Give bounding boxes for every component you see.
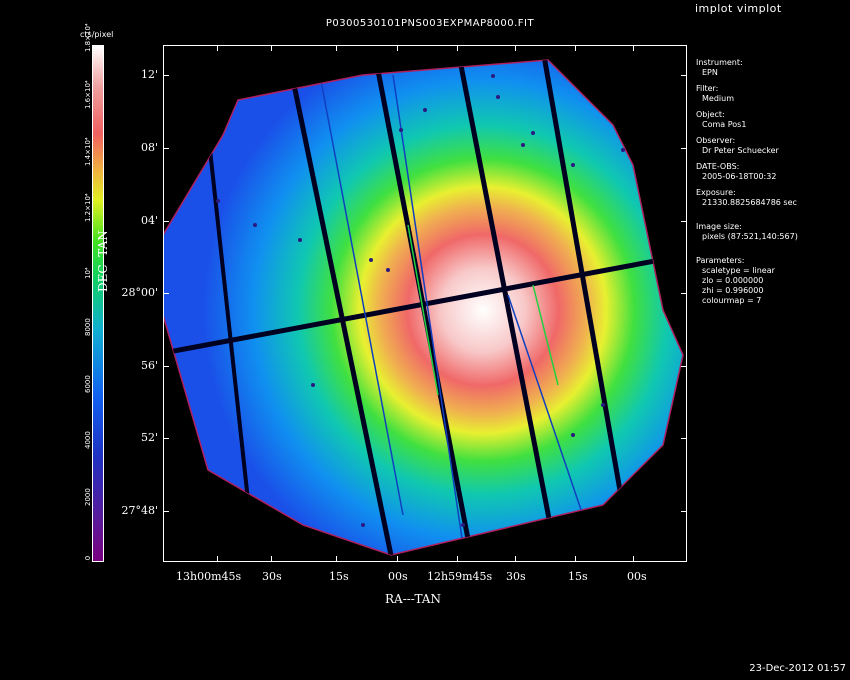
info-panel: Instrument: EPN Filter: Medium Object: C… <box>696 58 846 312</box>
plot-frame <box>163 45 687 562</box>
date-label: DATE-OBS: <box>696 162 740 171</box>
axis-tick <box>163 148 169 149</box>
colorbar-tick-label: 1.4×10⁴ <box>84 136 92 166</box>
x-tick-label: 15s <box>568 570 588 583</box>
y-axis-title: DEC--TAN <box>96 230 110 292</box>
object-block: Object: Coma Pos1 <box>696 110 846 130</box>
instrument-value: EPN <box>702 68 718 77</box>
exposure-block: Exposure: 21330.8825684786 sec <box>696 188 846 208</box>
colorbar-tick-label: 1.2×10⁴ <box>84 193 92 223</box>
exposure-label: Exposure: <box>696 188 736 197</box>
y-tick-label: 28°00' <box>121 286 158 299</box>
parameters-block: Parameters: scaletype = linear zlo = 0.0… <box>696 256 846 306</box>
colorbar-tick-label: 1.6×10⁴ <box>84 80 92 109</box>
axis-tick <box>163 438 169 439</box>
axis-tick <box>336 45 337 51</box>
x-tick-label: 13h00m45s <box>176 570 242 583</box>
instrument-label: Instrument: <box>696 58 743 67</box>
exposure-value: 21330.8825684786 sec <box>702 198 797 207</box>
axis-tick <box>457 556 458 562</box>
zlo-value: zlo = 0.000000 <box>702 276 764 285</box>
axis-tick <box>515 45 516 51</box>
colorbar-tick-label: 4000 <box>84 431 92 450</box>
x-tick-label: 30s <box>506 570 526 583</box>
colorbar-tick-label: 2000 <box>84 488 92 507</box>
x-tick-label: 30s <box>262 570 282 583</box>
app-title: implot vimplot <box>695 2 782 15</box>
axis-tick <box>271 45 272 51</box>
axis-tick <box>681 293 687 294</box>
y-tick-label: 04' <box>140 214 158 227</box>
axis-tick <box>681 75 687 76</box>
y-tick-label: 27°48' <box>121 504 158 517</box>
instrument-block: Instrument: EPN <box>696 58 846 78</box>
parameters-label: Parameters: <box>696 256 745 265</box>
axis-tick <box>271 556 272 562</box>
x-tick-label: 00s <box>627 570 647 583</box>
colorbar <box>92 45 104 562</box>
axis-tick <box>397 45 398 51</box>
observer-label: Observer: <box>696 136 736 145</box>
axis-tick <box>681 511 687 512</box>
axis-tick <box>163 221 169 222</box>
axis-tick <box>163 366 169 367</box>
axis-tick <box>217 556 218 562</box>
y-tick-label: 08' <box>140 141 158 154</box>
axis-tick <box>515 556 516 562</box>
colorbar-tick-label: 6000 <box>84 374 92 393</box>
colorbar-tick-label: 1.8×10⁴ <box>84 23 92 52</box>
x-tick-label: 15s <box>329 570 349 583</box>
axis-tick <box>575 45 576 51</box>
image-size-label: Image size: <box>696 222 742 231</box>
filter-label: Filter: <box>696 84 719 93</box>
timestamp: 23-Dec-2012 01:57 <box>749 663 846 674</box>
axis-tick <box>163 75 169 76</box>
filter-block: Filter: Medium <box>696 84 846 104</box>
filter-value: Medium <box>702 94 734 103</box>
axis-tick <box>397 556 398 562</box>
axis-tick <box>681 366 687 367</box>
axis-tick <box>633 556 634 562</box>
y-tick-label: 56' <box>140 359 158 372</box>
colorbar-tick-label: 8000 <box>84 318 92 336</box>
object-label: Object: <box>696 110 725 119</box>
y-tick-label: 52' <box>140 431 158 444</box>
colorbar-tick-label: 10⁴ <box>84 267 92 280</box>
axis-tick <box>336 556 337 562</box>
axis-tick <box>217 45 218 51</box>
object-value: Coma Pos1 <box>702 120 747 129</box>
image-size-value: pixels (87:521,140:567) <box>702 232 798 241</box>
axis-tick <box>633 45 634 51</box>
x-tick-label: 00s <box>388 570 408 583</box>
colourmap-value: colourmap = 7 <box>702 296 762 305</box>
plot-title: P0300530101PNS003EXPMAP8000.FIT <box>325 18 535 29</box>
axis-tick <box>457 45 458 51</box>
date-value: 2005-06-18T00:32 <box>702 172 777 181</box>
axis-tick <box>681 438 687 439</box>
scaletype-value: scaletype = linear <box>702 266 775 275</box>
date-block: DATE-OBS: 2005-06-18T00:32 <box>696 162 846 182</box>
axis-tick <box>163 293 169 294</box>
axis-tick <box>681 148 687 149</box>
zhi-value: zhi = 0.996000 <box>702 286 764 295</box>
image-size-block: Image size: pixels (87:521,140:567) <box>696 222 846 242</box>
observer-block: Observer: Dr Peter Schuecker <box>696 136 846 156</box>
x-tick-label: 12h59m45s <box>427 570 493 583</box>
observer-value: Dr Peter Schuecker <box>702 146 779 155</box>
y-tick-label: 12' <box>140 68 158 81</box>
axis-tick <box>163 511 169 512</box>
x-axis-title: RA---TAN <box>385 592 441 606</box>
colorbar-tick-label: 0 <box>84 555 92 561</box>
axis-tick <box>681 221 687 222</box>
axis-tick <box>575 556 576 562</box>
